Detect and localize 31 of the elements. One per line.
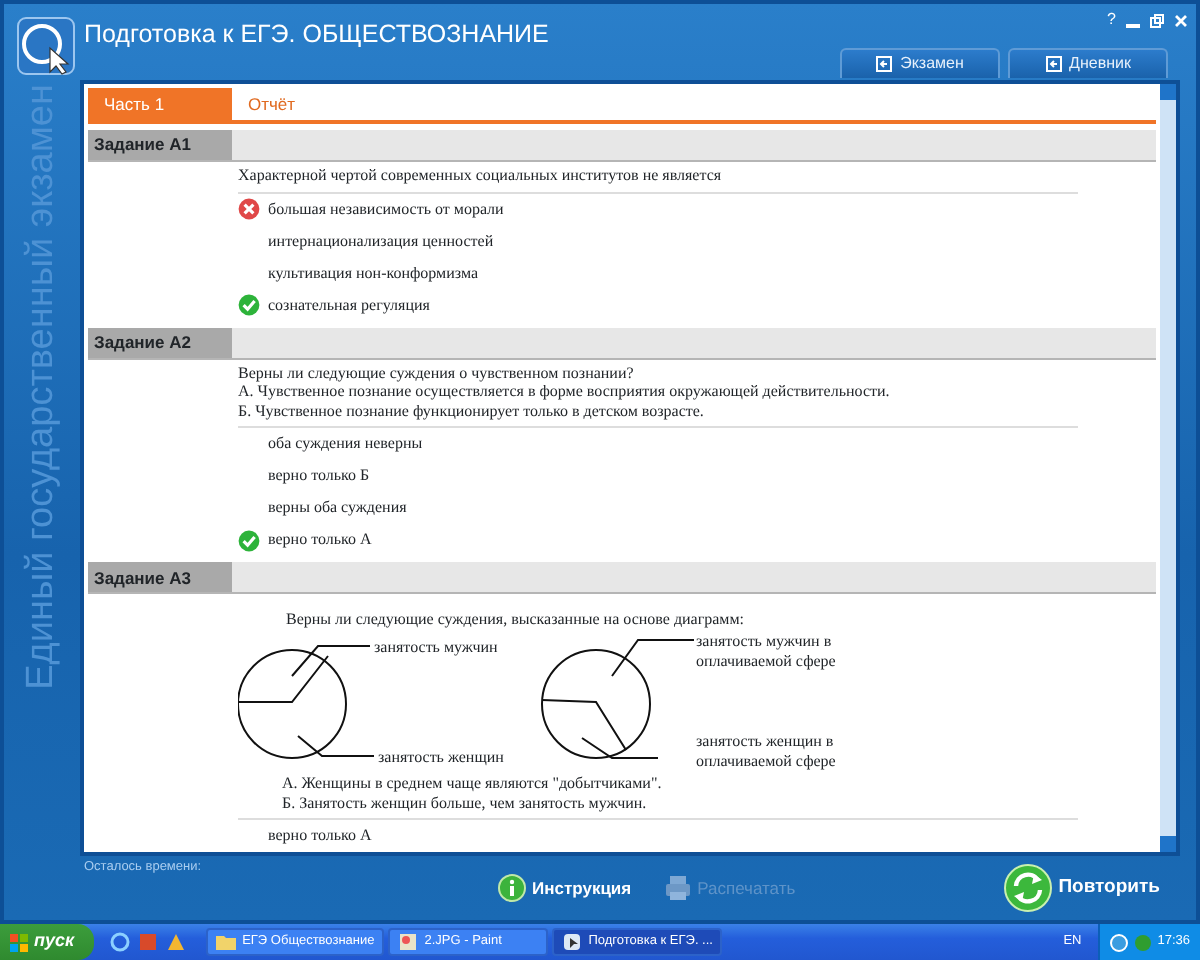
question-text: Верны ли следующие суждения, высказанные на основе диаграмм:: [284, 610, 747, 630]
top-tab[interactable]: Экзамен: [840, 48, 1000, 78]
answer-option[interactable]: сознательная регуляция: [268, 293, 430, 318]
task-heading: Задание А3: [88, 562, 232, 593]
answer-option[interactable]: верны оба суждения: [268, 496, 407, 521]
statement-text: А. Женщины в среднем чаще являются "добытчиками".: [282, 773, 664, 794]
question-text: Б. Чувственное познание функционирует только в детском возрасте.: [238, 401, 706, 421]
task-heading: Задание А1: [88, 130, 232, 160]
chart-label: занятость мужчин в оплачиваемой сфере: [696, 631, 838, 672]
question-text: Характерной чертой современных социальных институтов не является: [238, 166, 724, 186]
answer-option[interactable]: большая независимость от морали: [268, 197, 504, 222]
start-button[interactable]: пуск: [0, 924, 95, 960]
window-title: Подготовка к ЕГЭ. ОБЩЕСТВОЗНАНИЕ: [84, 18, 549, 52]
answer-option[interactable]: интернационализация ценностей: [268, 229, 494, 254]
answer-option[interactable]: верно только А: [268, 824, 372, 849]
statement-text: Б. Занятость женщин больше, чем занятость мужчин.: [282, 793, 649, 813]
answer-option[interactable]: верно только Б: [268, 464, 370, 489]
answer-option[interactable]: оба суждения неверны: [268, 432, 423, 457]
footer-button[interactable]: Инструкция: [490, 858, 640, 918]
footer-button[interactable]: Повторить: [996, 858, 1168, 918]
answer-option[interactable]: верно только А: [268, 528, 372, 553]
chart-label: занятость мужчин: [374, 637, 498, 658]
help-button[interactable]: ?: [1107, 8, 1116, 32]
question-text: А. Чувственное познание осуществляется в форме восприятия окружающей действительности.: [238, 382, 892, 402]
question-text: Верны ли следующие суждения о чувственном познании?: [238, 363, 636, 383]
top-tab[interactable]: Дневник: [1008, 48, 1168, 78]
part-tab[interactable]: Часть 1: [88, 88, 232, 120]
chart-label: занятость женщин: [378, 747, 504, 768]
chart-label: занятость женщин в оплачиваемой сфере: [696, 731, 838, 772]
task-heading: Задание А2: [88, 327, 232, 358]
answer-option[interactable]: культивация нон-конформизма: [268, 261, 478, 286]
